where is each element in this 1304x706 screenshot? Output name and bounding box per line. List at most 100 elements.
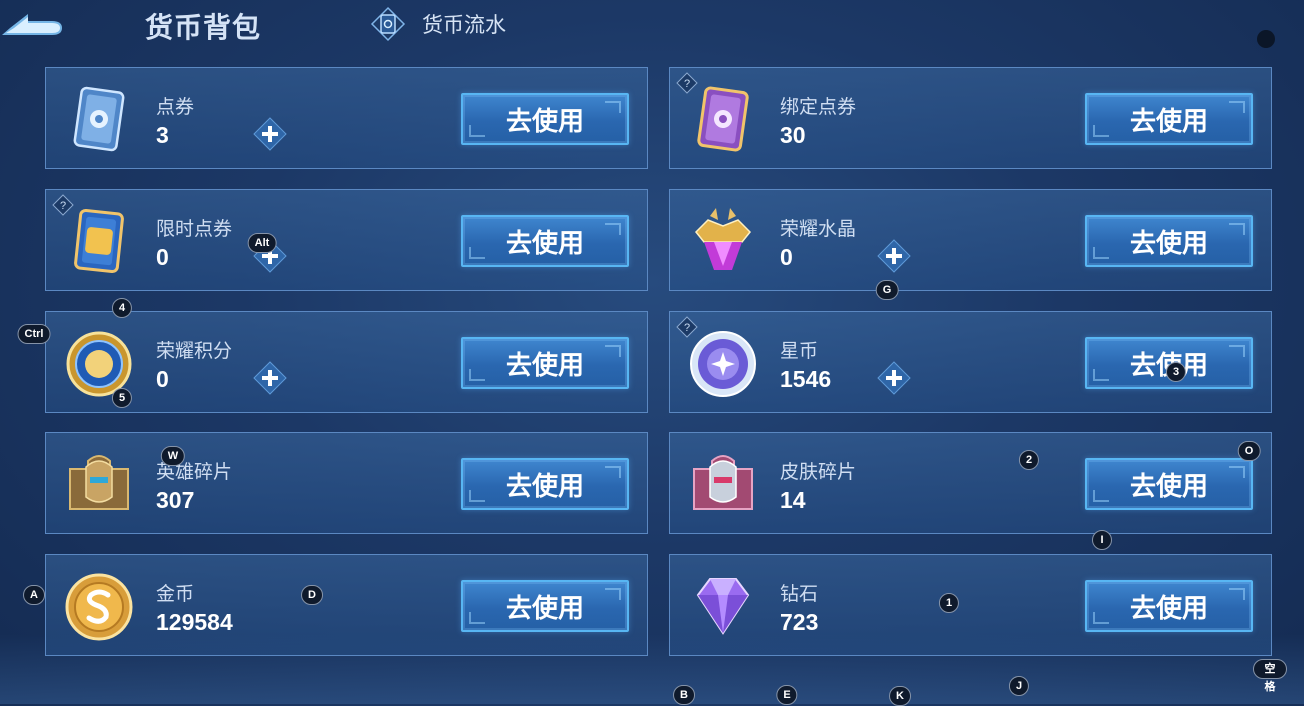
key-hint-1: 1 [938, 593, 960, 613]
currency-name: 荣耀积分 [156, 341, 233, 362]
plus-icon [877, 361, 911, 395]
back-arrow-icon [2, 14, 62, 35]
button-corner-deco [469, 247, 485, 259]
currency-card-skin-fragment: 皮肤碎片 14 去使用 [669, 432, 1272, 534]
use-button[interactable]: 去使用 [461, 93, 629, 145]
key-hint-a: A [23, 585, 45, 605]
key-hint-space: 空格 [1253, 659, 1287, 693]
key-hint-ctrl: Ctrl [17, 324, 51, 344]
key-hint-4: 4 [111, 298, 133, 318]
button-corner-deco [469, 369, 485, 381]
use-button-label: 去使用 [505, 592, 584, 623]
button-corner-deco [1229, 345, 1245, 357]
currency-name: 绑定点券 [780, 97, 857, 118]
currency-value: 307 [156, 487, 195, 513]
button-corner-deco [1229, 466, 1245, 478]
use-button-label: 去使用 [505, 227, 584, 258]
bound-voucher-icon [688, 84, 758, 154]
star-coin-icon [688, 328, 758, 398]
currency-name: 点券 [156, 97, 195, 118]
currency-flow-label: 货币流水 [422, 14, 506, 37]
use-button[interactable]: 去使用 [1085, 580, 1253, 632]
add-glory-points-button[interactable] [252, 360, 288, 396]
diamond-icon [688, 571, 758, 641]
currency-card-bound-voucher: ? 绑定点券 30 去使用 [669, 67, 1272, 169]
key-hint-j: J [1008, 676, 1030, 696]
add-voucher-button[interactable] [252, 116, 288, 152]
use-button[interactable]: 去使用 [1085, 215, 1253, 267]
button-corner-deco [1093, 125, 1109, 137]
use-button[interactable]: 去使用 [461, 458, 629, 510]
currency-flow-link[interactable]: 货币流水 [370, 6, 506, 42]
key-hint-o: O [1237, 441, 1261, 461]
button-corner-deco [1229, 101, 1245, 113]
key-hint-e: E [776, 685, 798, 705]
button-corner-deco [1093, 612, 1109, 624]
currency-name: 金币 [156, 584, 195, 605]
use-button-label: 去使用 [505, 105, 584, 136]
key-hint-d: D [301, 585, 323, 605]
button-corner-deco [1093, 490, 1109, 502]
page-title: 货币背包 [145, 12, 262, 43]
use-button[interactable]: 去使用 [461, 215, 629, 267]
currency-card-voucher: 点券 3 去使用 [45, 67, 648, 169]
voucher-icon [64, 84, 134, 154]
currency-card-limited-voucher: ? 限时点券 0 去使用 [45, 189, 648, 291]
plus-icon [253, 117, 287, 151]
button-corner-deco [605, 466, 621, 478]
use-button[interactable]: 去使用 [1085, 93, 1253, 145]
currency-name: 皮肤碎片 [780, 462, 857, 483]
add-glory-crystal-button[interactable] [876, 238, 912, 274]
key-hint-k: K [889, 686, 911, 706]
use-button[interactable]: 去使用 [1085, 458, 1253, 510]
use-button-label: 去使用 [1129, 470, 1208, 501]
currency-value: 0 [156, 366, 169, 392]
key-hint-alt: Alt [247, 233, 277, 253]
back-button[interactable] [0, 6, 70, 42]
button-corner-deco [1229, 223, 1245, 235]
use-button-label: 去使用 [1129, 227, 1208, 258]
hero-fragment-icon [64, 449, 134, 519]
currency-value: 0 [156, 244, 169, 270]
key-hint-5: 5 [111, 388, 133, 408]
use-button[interactable]: 去使用 [461, 337, 629, 389]
button-corner-deco [469, 125, 485, 137]
corner-indicator [1257, 30, 1275, 48]
use-button-label: 去使用 [1129, 592, 1208, 623]
limited-voucher-icon [64, 206, 134, 276]
currency-card-gold: 金币 129584 去使用 [45, 554, 648, 656]
skin-fragment-icon [688, 449, 758, 519]
currency-value: 0 [780, 244, 793, 270]
use-button-label: 去使用 [505, 470, 584, 501]
key-hint-b: B [673, 685, 695, 705]
key-hint-i: I [1092, 530, 1112, 550]
button-corner-deco [605, 345, 621, 357]
add-star-coin-button[interactable] [876, 360, 912, 396]
key-hint-3: 3 [1165, 362, 1187, 382]
currency-card-glory-crystal: 荣耀水晶 0 去使用 [669, 189, 1272, 291]
gold-coin-icon [64, 571, 134, 641]
plus-icon [253, 361, 287, 395]
key-hint-2: 2 [1018, 450, 1040, 470]
use-button-label: 去使用 [1129, 105, 1208, 136]
currency-value: 3 [156, 122, 169, 148]
plus-icon [877, 239, 911, 273]
key-hint-w: W [160, 446, 186, 466]
button-corner-deco [1229, 588, 1245, 600]
currency-card-diamond: 钻石 723 去使用 [669, 554, 1272, 656]
currency-card-glory-points: 荣耀积分 0 去使用 [45, 311, 648, 413]
button-corner-deco [1093, 247, 1109, 259]
currency-name: 荣耀水晶 [780, 219, 857, 240]
use-button-label: 去使用 [505, 349, 584, 380]
currency-name: 限时点券 [156, 219, 233, 240]
currency-value: 129584 [156, 609, 233, 635]
button-corner-deco [605, 101, 621, 113]
currency-name: 星币 [780, 341, 819, 362]
currency-card-hero-fragment: 英雄碎片 307 去使用 [45, 432, 648, 534]
glory-crystal-icon [688, 206, 758, 276]
ticket-icon [370, 6, 406, 42]
button-corner-deco [605, 223, 621, 235]
use-button[interactable]: 去使用 [461, 580, 629, 632]
button-corner-deco [469, 490, 485, 502]
button-corner-deco [469, 612, 485, 624]
